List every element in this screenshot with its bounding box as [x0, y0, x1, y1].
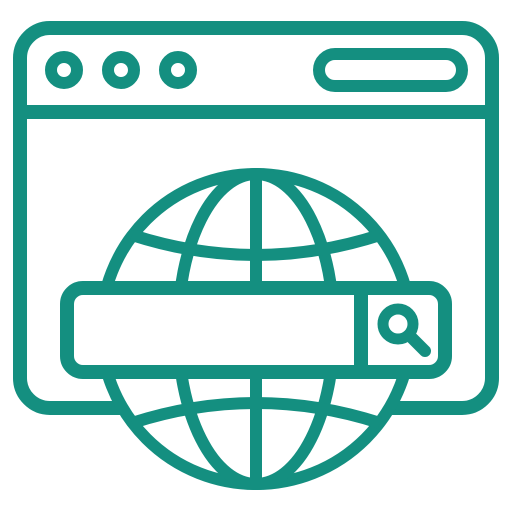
- control-dot-3: [159, 51, 197, 89]
- address-bar: [313, 48, 468, 92]
- control-dot-1: [45, 51, 83, 89]
- window-control-dots: [45, 51, 197, 89]
- web-search-icon: [13, 21, 499, 490]
- control-dot-2: [102, 51, 140, 89]
- web-search-icon-canvas: [0, 0, 512, 512]
